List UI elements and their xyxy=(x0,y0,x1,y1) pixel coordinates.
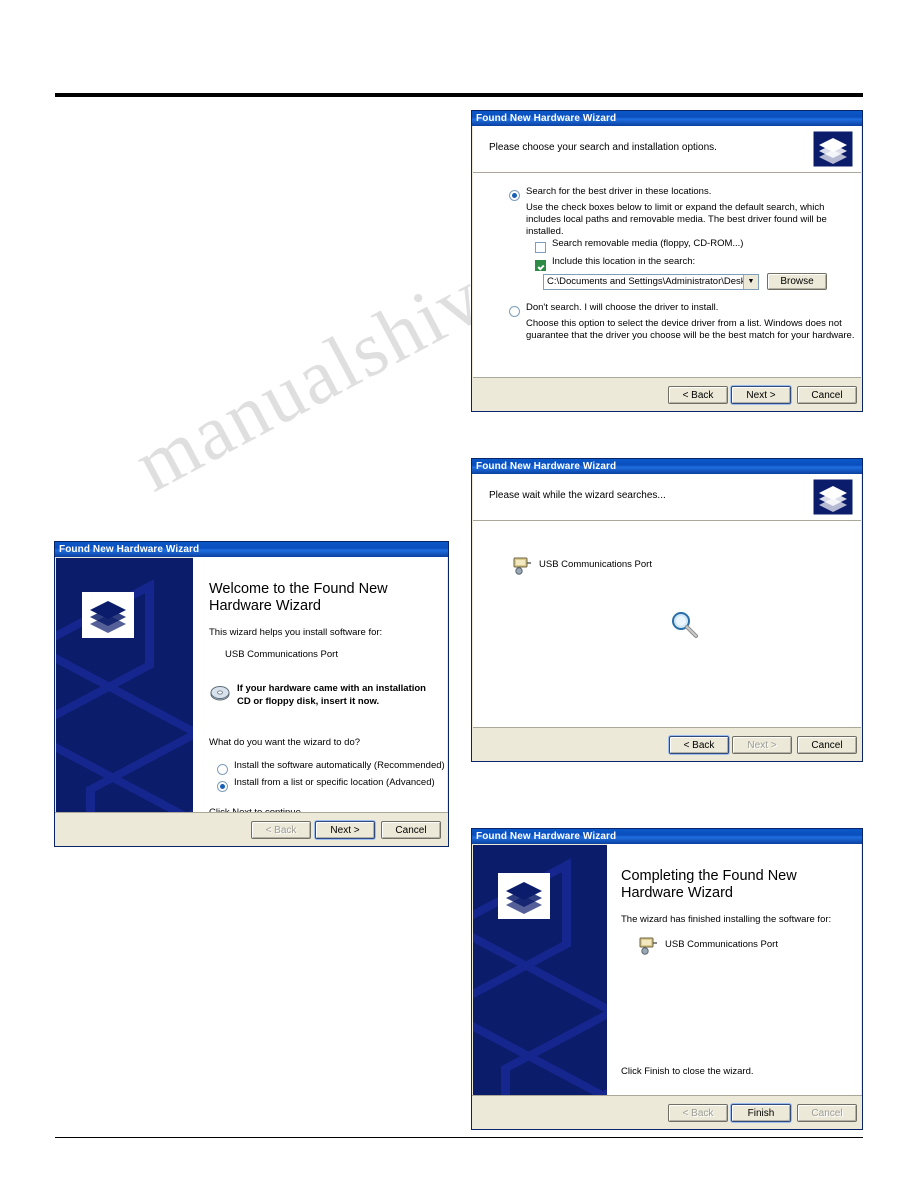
welcome-question: What do you want the wizard to do? xyxy=(209,737,361,748)
wizard-side-panel xyxy=(56,558,193,813)
complete-footer: Click Finish to close the wizard. xyxy=(621,1066,754,1077)
cancel-button[interactable]: Cancel xyxy=(381,821,441,839)
chevron-down-icon[interactable]: ▼ xyxy=(743,275,758,289)
wizard-icon xyxy=(497,872,551,924)
back-button: < Back xyxy=(668,1104,728,1122)
wizard-icon xyxy=(81,591,135,643)
radio-icon xyxy=(217,781,228,792)
cd-note: If your hardware came with an installati… xyxy=(237,683,426,707)
checkbox-include-location-label: Include this location in the search: xyxy=(552,256,696,267)
complete-device: USB Communications Port xyxy=(665,939,778,950)
search-animation-icon xyxy=(668,609,700,646)
document-page: manualshive.com Found New Hardware Wizar… xyxy=(0,0,918,1188)
location-path-combo[interactable]: C:\Documents and Settings\Administrator\… xyxy=(543,274,759,290)
finish-button[interactable]: Finish xyxy=(731,1104,791,1122)
search-description: Use the check boxes below to limit or ex… xyxy=(526,202,827,237)
welcome-device: USB Communications Port xyxy=(225,649,338,660)
checkbox-icon xyxy=(535,242,546,253)
radio-install-automatically[interactable] xyxy=(217,760,228,778)
radio-search-best-driver[interactable] xyxy=(509,186,520,204)
cancel-button[interactable]: Cancel xyxy=(797,386,857,404)
checkbox-removable-media-label: Search removable media (floppy, CD-ROM..… xyxy=(552,238,744,249)
titlebar: Found New Hardware Wizard xyxy=(472,459,862,474)
complete-heading: Completing the Found New Hardware Wizard xyxy=(621,868,797,901)
titlebar: Found New Hardware Wizard xyxy=(472,829,862,844)
next-button[interactable]: Next > xyxy=(731,386,791,404)
location-path-value: C:\Documents and Settings\Administrator\… xyxy=(547,276,759,287)
welcome-heading: Welcome to the Found New Hardware Wizard xyxy=(209,581,388,614)
radio-install-from-list-label: Install from a list or specific location… xyxy=(234,777,435,788)
back-button[interactable]: < Back xyxy=(669,736,729,754)
dialog-searching: Found New Hardware Wizard Please wait wh… xyxy=(471,458,863,762)
cancel-button[interactable]: Cancel xyxy=(797,736,857,754)
dialog-header: Please wait while the wizard searches... xyxy=(473,474,861,521)
complete-line1: The wizard has finished installing the s… xyxy=(621,914,832,925)
radio-icon xyxy=(509,306,520,317)
radio-icon xyxy=(509,190,520,201)
welcome-line1: This wizard helps you install software f… xyxy=(209,627,383,638)
radio-search-best-driver-label: Search for the best driver in these loca… xyxy=(526,186,712,197)
dialog-search-options: Found New Hardware Wizard Please choose … xyxy=(471,110,863,412)
radio-install-from-list[interactable] xyxy=(217,777,228,795)
wizard-icon xyxy=(812,478,854,520)
titlebar: Found New Hardware Wizard xyxy=(55,542,448,557)
page-top-rule xyxy=(55,93,863,97)
back-button[interactable]: < Back xyxy=(668,386,728,404)
back-button: < Back xyxy=(251,821,311,839)
radio-icon xyxy=(217,764,228,775)
cancel-button: Cancel xyxy=(797,1104,857,1122)
wizard-side-panel xyxy=(473,845,607,1096)
checkbox-include-location[interactable] xyxy=(535,256,546,274)
button-bar: < Back Next > Cancel xyxy=(472,728,862,761)
titlebar: Found New Hardware Wizard xyxy=(472,111,862,126)
checkbox-removable-media[interactable] xyxy=(535,238,546,256)
radio-dont-search[interactable] xyxy=(509,302,520,320)
device-name: USB Communications Port xyxy=(539,559,652,570)
next-button: Next > xyxy=(732,736,792,754)
button-bar: < Back Finish Cancel xyxy=(472,1095,862,1129)
header-text: Please choose your search and installati… xyxy=(489,142,717,153)
radio-install-automatically-label: Install the software automatically (Reco… xyxy=(234,760,445,771)
usb-port-icon xyxy=(637,934,659,961)
cd-drive-icon xyxy=(209,683,231,710)
browse-button[interactable]: Browse xyxy=(767,273,827,290)
dialog-complete: Found New Hardware Wizard Completing the… xyxy=(471,828,863,1130)
button-bar: < Back Next > Cancel xyxy=(55,812,448,846)
wizard-icon xyxy=(812,130,854,172)
page-bottom-rule xyxy=(55,1137,863,1138)
header-text: Please wait while the wizard searches... xyxy=(489,490,666,501)
radio-dont-search-label: Don't search. I will choose the driver t… xyxy=(526,302,719,313)
usb-port-icon xyxy=(511,554,533,581)
checkbox-icon xyxy=(535,260,546,271)
dialog-welcome: Found New Hardware Wizard Welcome to the… xyxy=(54,541,449,847)
dialog-header: Please choose your search and installati… xyxy=(473,126,861,173)
next-button[interactable]: Next > xyxy=(315,821,375,839)
button-bar: < Back Next > Cancel xyxy=(472,378,862,411)
dont-search-description: Choose this option to select the device … xyxy=(526,318,855,341)
